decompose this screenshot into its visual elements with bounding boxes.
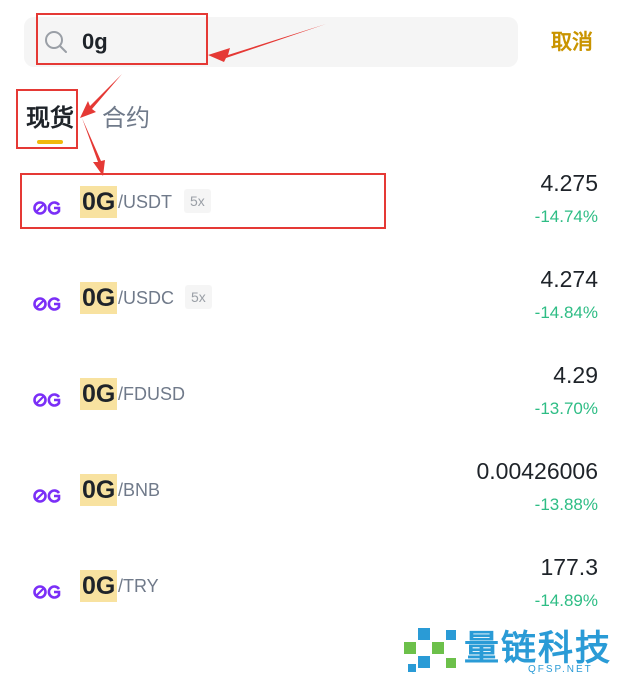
pair-base: 0G bbox=[80, 570, 118, 602]
0g-coin-logo-icon bbox=[33, 393, 61, 407]
0g-coin-logo-icon bbox=[33, 585, 61, 599]
pair-quote: /USDC bbox=[118, 288, 175, 308]
watermark: 量链科技 QFSP.NET bbox=[404, 618, 619, 680]
pair-base: 0G bbox=[80, 378, 118, 410]
active-tab-indicator bbox=[37, 140, 63, 144]
0g-coin-logo-icon bbox=[33, 489, 61, 503]
leverage-badge: 5x bbox=[185, 285, 212, 309]
pair-quote: /BNB bbox=[118, 480, 161, 500]
tab-futures[interactable]: 合约 bbox=[102, 98, 150, 133]
pair-base: 0G bbox=[80, 282, 118, 314]
pair-change: -14.74% bbox=[534, 207, 598, 226]
cancel-button[interactable]: 取消 bbox=[540, 26, 604, 58]
market-tabs: 现货 合约 bbox=[24, 94, 284, 146]
tab-spot[interactable]: 现货 bbox=[26, 98, 74, 133]
search-bar[interactable] bbox=[24, 17, 518, 67]
watermark-subtext: QFSP.NET bbox=[528, 664, 593, 675]
pair-quote: /FDUSD bbox=[118, 384, 185, 404]
watermark-logo-icon bbox=[404, 628, 456, 672]
0g-coin-logo-icon bbox=[33, 297, 61, 311]
pair-row-0g-usdt[interactable]: 0G /USDT 5x 4.275 -14.74% bbox=[0, 170, 624, 274]
pair-row-0g-fdusd[interactable]: 0G /FDUSD 4.29 -13.70% bbox=[0, 362, 624, 466]
pair-row-0g-usdc[interactable]: 0G /USDC 5x 4.274 -14.84% bbox=[0, 266, 624, 370]
pair-change: -14.84% bbox=[534, 303, 598, 322]
pair-base: 0G bbox=[80, 186, 118, 218]
pair-change: -14.89% bbox=[534, 591, 598, 610]
search-icon bbox=[45, 31, 67, 53]
pair-change: -13.70% bbox=[534, 399, 598, 418]
pair-quote: /USDT bbox=[118, 192, 172, 212]
pair-price: 4.275 bbox=[540, 170, 598, 196]
pair-price: 177.3 bbox=[540, 554, 598, 580]
pair-price: 4.29 bbox=[553, 362, 598, 388]
pair-price: 4.274 bbox=[540, 266, 598, 292]
leverage-badge: 5x bbox=[184, 189, 211, 213]
pair-row-0g-bnb[interactable]: 0G /BNB 0.00426006 -13.88% bbox=[0, 458, 624, 562]
pair-quote: /TRY bbox=[118, 576, 159, 596]
pair-price: 0.00426006 bbox=[476, 458, 598, 484]
0g-coin-logo-icon bbox=[33, 201, 61, 215]
pair-base: 0G bbox=[80, 474, 118, 506]
pair-change: -13.88% bbox=[534, 495, 598, 514]
search-input[interactable] bbox=[82, 26, 482, 58]
